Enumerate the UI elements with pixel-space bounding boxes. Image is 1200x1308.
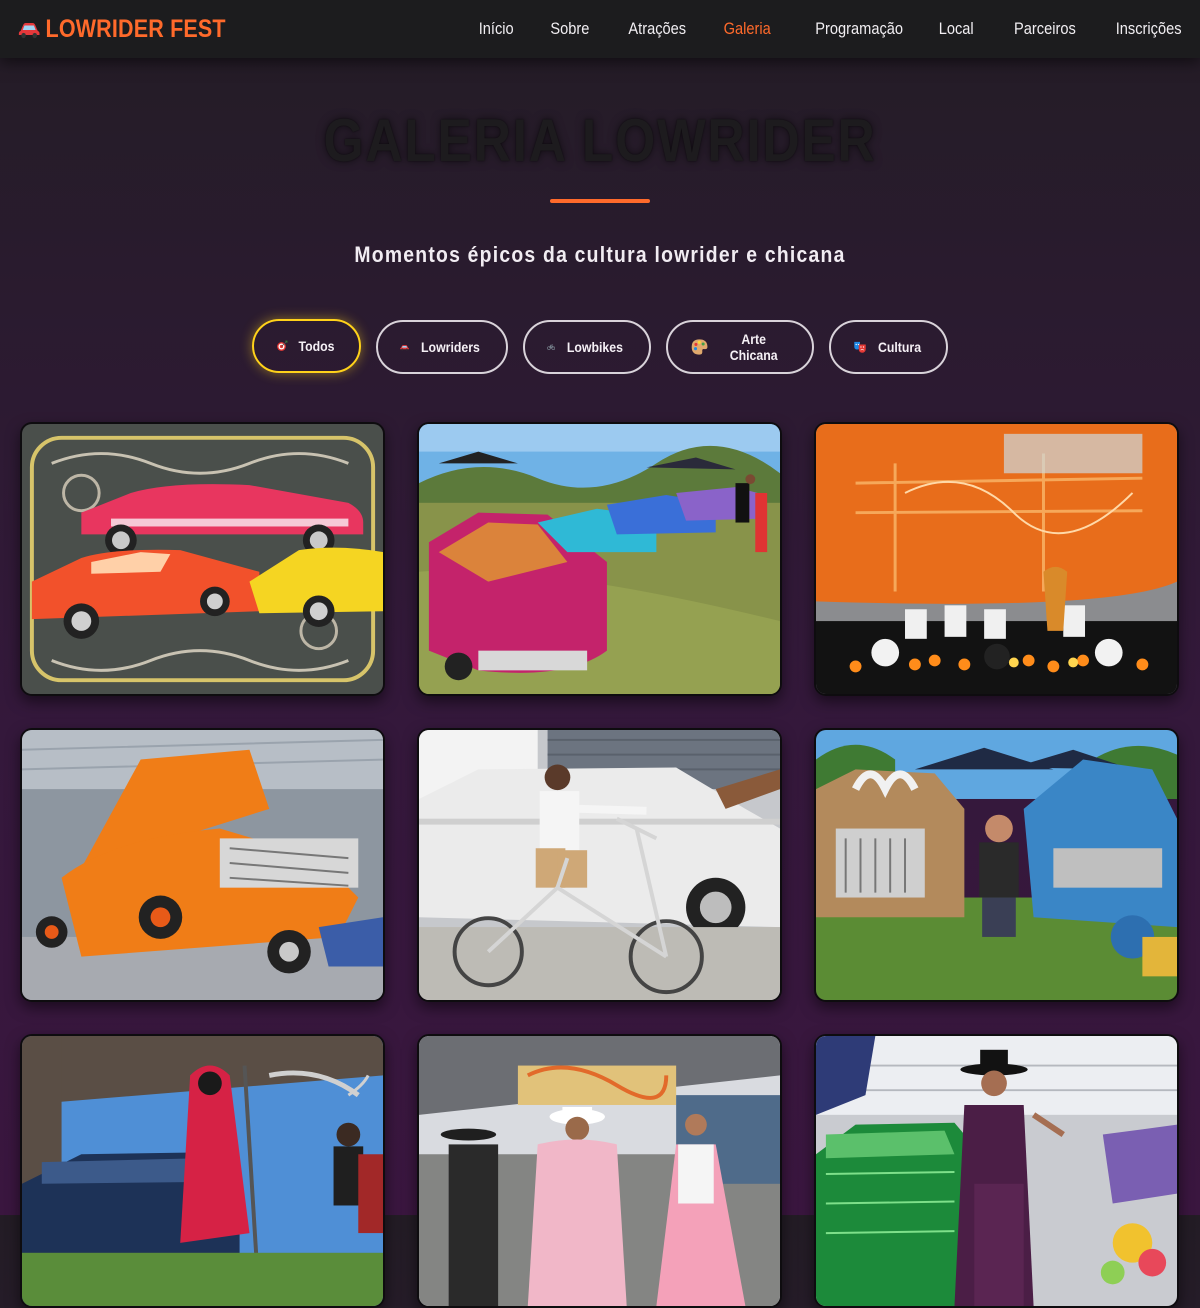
gallery-filters: Todos Lowriders Lowbikes Arte Chicana Cu… [0,319,1200,374]
nav-item-parceiros[interactable]: Parceiros [1014,19,1076,39]
gallery-image [419,424,780,694]
gallery-item[interactable] [417,1034,782,1308]
filter-cultura-label: Cultura [877,339,922,355]
page-subtitle: Momentos épicos da cultura lowrider e ch… [354,242,846,267]
gallery-item[interactable] [20,728,385,1002]
nav-item-sobre[interactable]: Sobre [550,19,589,39]
palette-icon [691,339,708,355]
filter-todos-label: Todos [298,338,335,354]
filter-arte-chicana-label: Arte Chicana [729,331,778,363]
gallery-grid [0,0,1200,1308]
gallery-image [419,730,780,1000]
gallery-image [816,730,1177,1000]
brand-name: LOWRIDER FEST [45,14,226,43]
gallery-image [419,1036,780,1306]
nav-item-programacao[interactable]: Programação [815,19,903,39]
brand-logo[interactable]: LOWRIDER FEST [18,15,226,44]
gallery-image [22,730,383,1000]
filter-lowbikes-button[interactable]: Lowbikes [523,320,651,374]
nav-item-local[interactable]: Local [939,19,974,39]
filter-lowriders-label: Lowriders [421,339,480,355]
car-icon [18,23,40,39]
target-icon [277,340,288,351]
page-title: GALERIA LOWRIDER [323,107,877,174]
nav-item-galeria[interactable]: Galeria [724,19,771,39]
gallery-image [22,1036,383,1306]
gallery-item[interactable] [417,422,782,696]
nav-item-atracoes[interactable]: Atrações [628,19,686,39]
gallery-image [22,424,383,694]
gallery-item[interactable] [814,728,1179,1002]
nav-item-inicio[interactable]: Início [479,19,514,39]
gallery-image [816,1036,1177,1306]
filter-lowriders-button[interactable]: Lowriders [376,320,508,374]
filter-cultura-button[interactable]: Cultura [829,320,948,374]
gallery-item[interactable] [814,1034,1179,1308]
nav-links: Início Sobre Atrações Galeria Programaçã… [443,19,1182,39]
gallery-image [816,424,1177,694]
filter-todos-button[interactable]: Todos [252,319,361,373]
title-divider [550,199,650,203]
nav-item-inscricoes[interactable]: Inscrições [1116,19,1182,39]
gallery-item[interactable] [417,728,782,1002]
gallery-item[interactable] [20,1034,385,1308]
bicycle-icon [547,344,556,350]
filter-lowbikes-label: Lowbikes [567,339,624,355]
gallery-item[interactable] [20,422,385,696]
gallery-item[interactable] [814,422,1179,696]
navbar: LOWRIDER FEST Início Sobre Atrações Gale… [0,0,1200,58]
theater-masks-icon [854,341,866,353]
filter-arte-chicana-button[interactable]: Arte Chicana [666,320,814,374]
car-icon [400,345,409,351]
